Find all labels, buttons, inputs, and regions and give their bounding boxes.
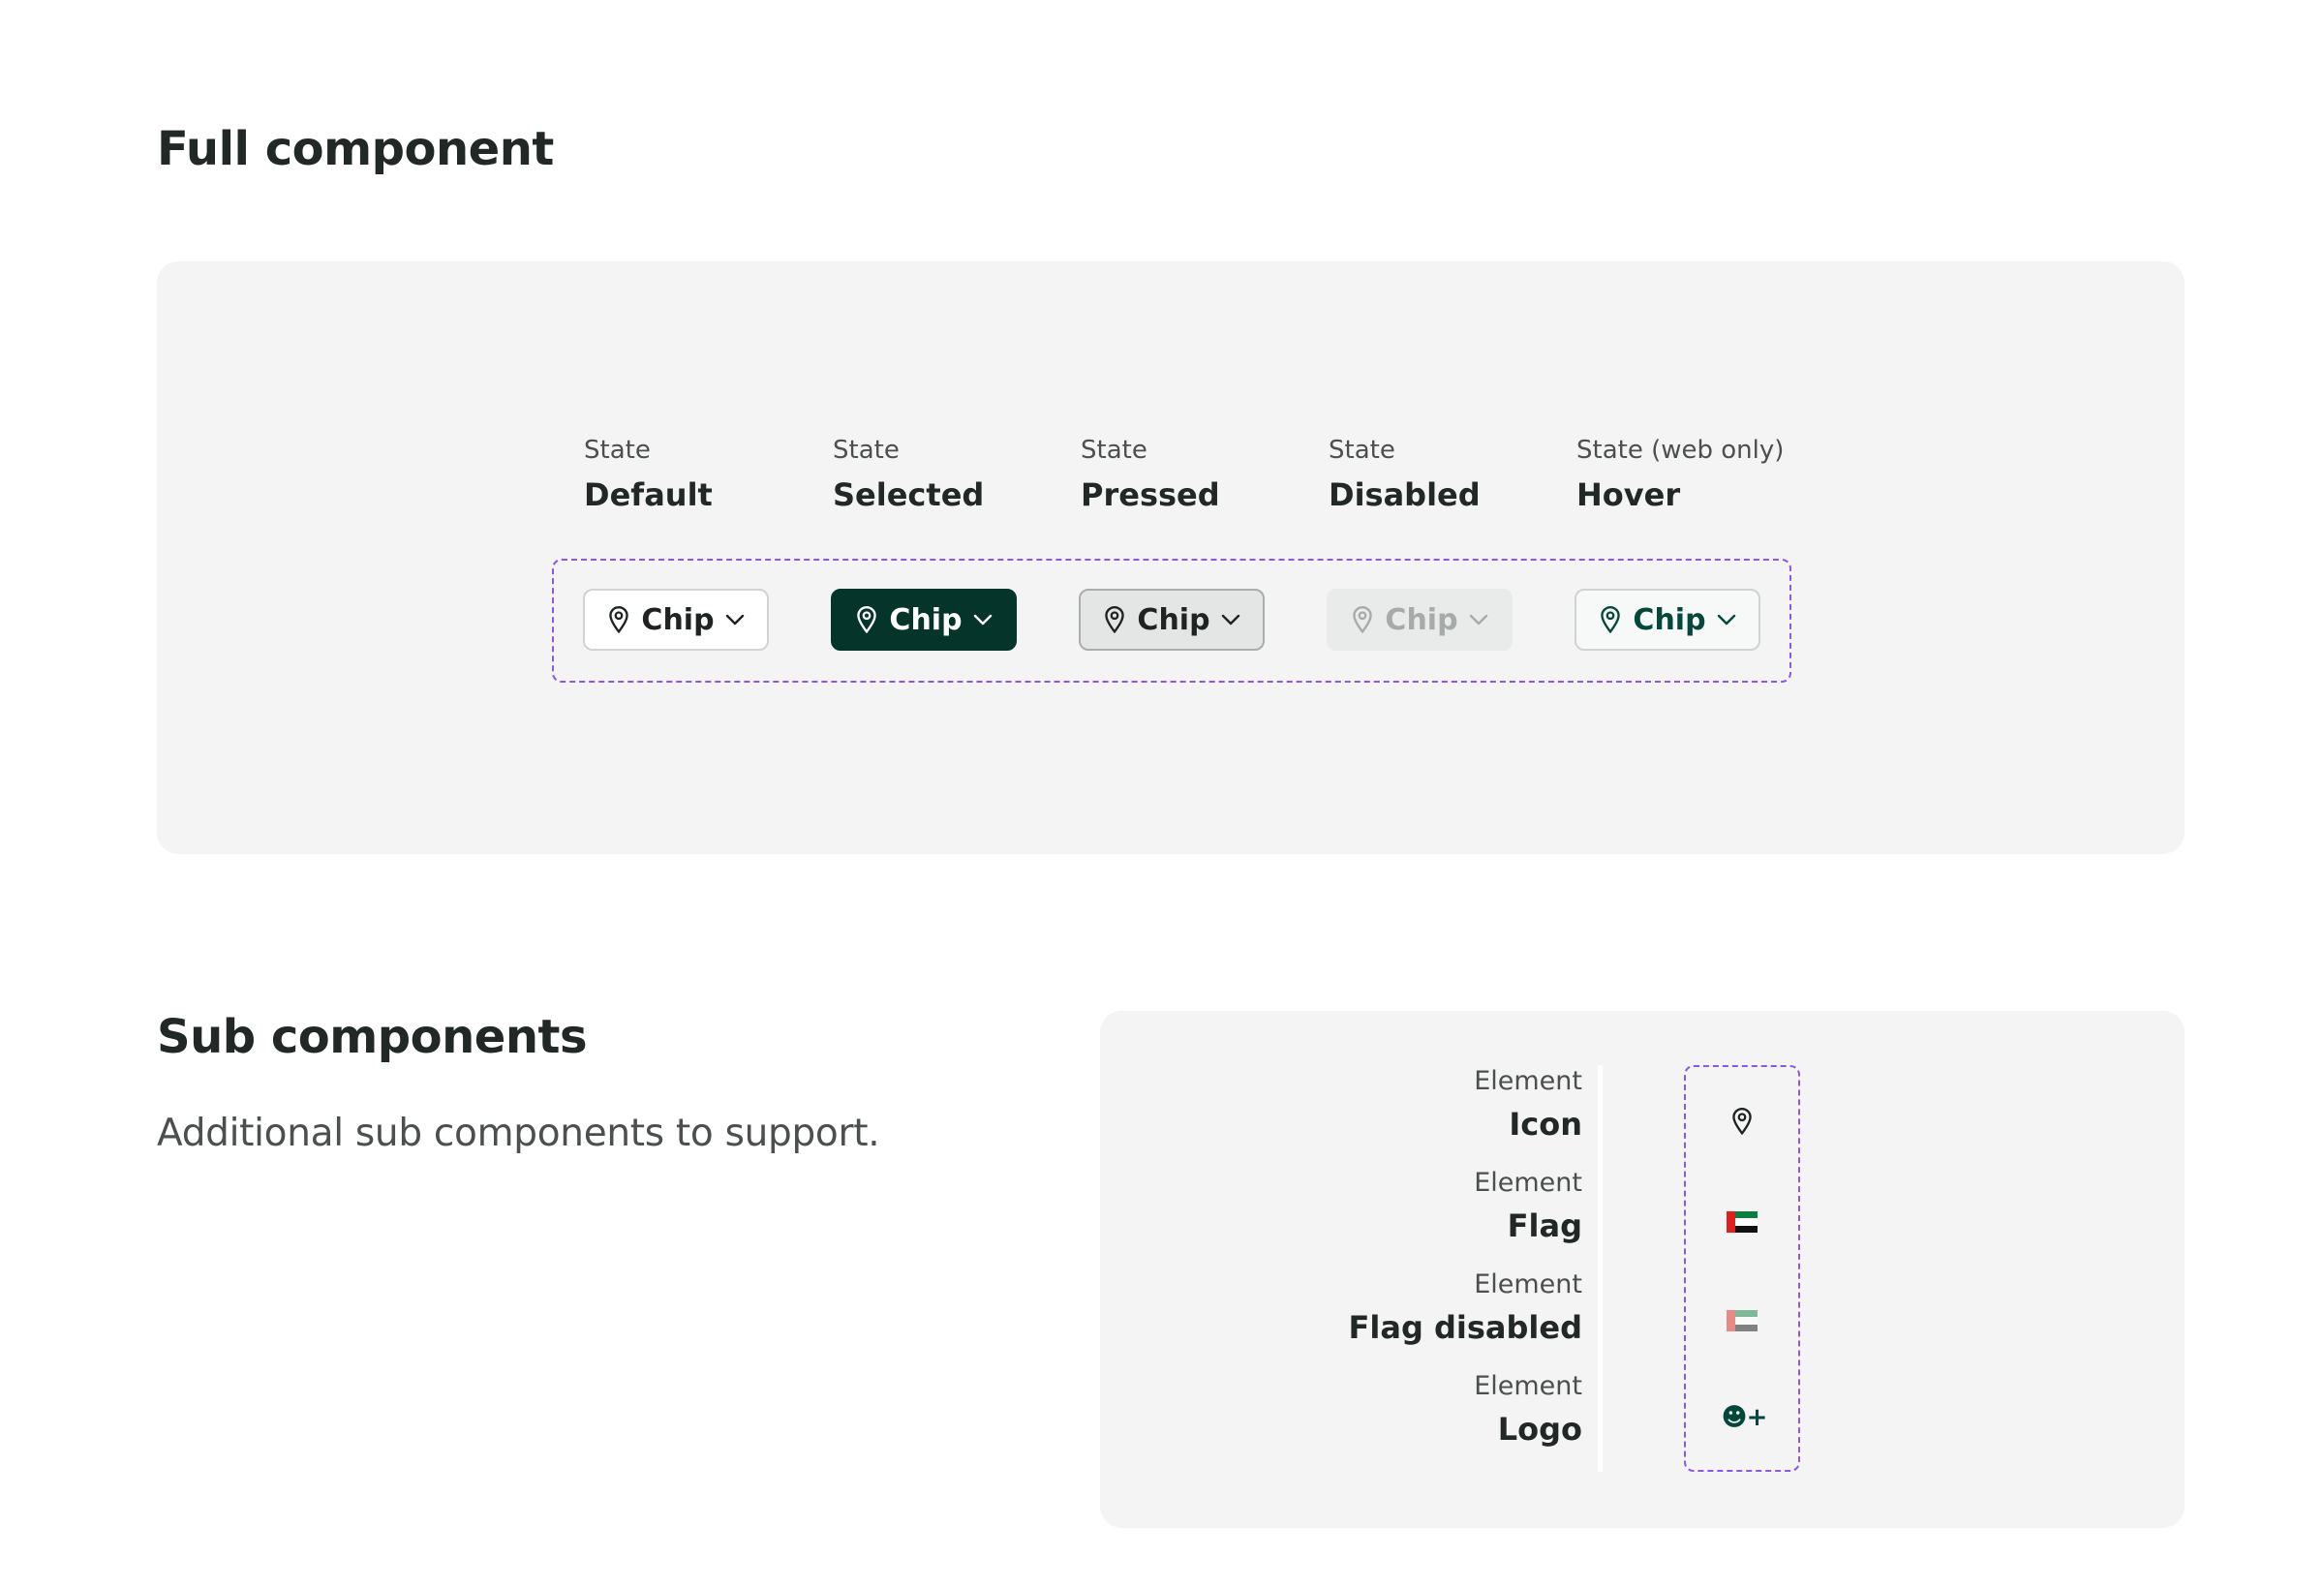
element-name: Flag [1507, 1207, 1582, 1244]
location-pin-icon [1350, 605, 1375, 634]
element-name: Flag disabled [1348, 1309, 1582, 1346]
chip-label: Chip [889, 602, 963, 637]
state-name: Disabled [1329, 476, 1481, 513]
state-name: Pressed [1081, 476, 1220, 513]
state-label-pressed: State Pressed [1081, 432, 1220, 521]
chevron-down-icon [1220, 613, 1241, 626]
uae-flag-icon [1723, 1203, 1761, 1241]
element-caption: Element [1474, 1168, 1582, 1198]
chip-label: Chip [641, 602, 715, 637]
element-name: Logo [1497, 1411, 1582, 1448]
chip-label: Chip [1633, 602, 1706, 637]
sub-components-panel [1100, 1011, 2185, 1528]
sub-components-description: Additional sub components to support. [157, 1112, 880, 1155]
chevron-down-icon [1468, 613, 1489, 626]
chip-label: Chip [1137, 602, 1210, 637]
location-pin-icon [1598, 605, 1623, 634]
chip-hover[interactable]: Chip [1575, 589, 1760, 651]
brand-logo-icon: ☻+ [1719, 1398, 1769, 1437]
chip-label: Chip [1385, 602, 1458, 637]
divider [1598, 1065, 1603, 1472]
state-caption: State [833, 436, 900, 465]
element-label-icon: Element Icon [1474, 1064, 1582, 1149]
section-title-full-component: Full component [157, 122, 554, 176]
chevron-down-icon [1716, 613, 1737, 626]
element-label-logo: Element Logo [1474, 1369, 1582, 1454]
element-caption: Element [1474, 1371, 1582, 1401]
chip-disabled: Chip [1327, 589, 1513, 651]
location-pin-icon [606, 605, 631, 634]
state-name: Hover [1576, 476, 1681, 513]
uae-flag-disabled-icon [1723, 1301, 1761, 1340]
element-label-flag: Element Flag [1474, 1166, 1582, 1251]
section-title-sub-components: Sub components [157, 1010, 588, 1064]
element-name: Icon [1509, 1106, 1582, 1143]
chip-selected[interactable]: Chip [831, 589, 1017, 651]
state-name: Default [584, 476, 713, 513]
chevron-down-icon [724, 613, 746, 626]
chip-pressed[interactable]: Chip [1079, 589, 1265, 651]
state-label-hover: State (web only) Hover [1576, 432, 1784, 521]
element-caption: Element [1474, 1066, 1582, 1096]
location-pin-icon [1102, 605, 1127, 634]
element-caption: Element [1474, 1269, 1582, 1299]
state-caption: State [1081, 436, 1147, 465]
state-label-disabled: State Disabled [1329, 432, 1481, 521]
page: Full component State Default State Selec… [0, 0, 2324, 1588]
chevron-down-icon [972, 613, 994, 626]
state-name: Selected [833, 476, 985, 513]
location-pin-icon [1723, 1102, 1761, 1141]
state-label-default: State Default [584, 432, 713, 521]
full-component-panel [157, 261, 2185, 854]
state-caption: State [1329, 436, 1395, 465]
state-caption: State (web only) [1576, 436, 1785, 465]
state-label-selected: State Selected [833, 432, 984, 521]
state-caption: State [584, 436, 651, 465]
location-pin-icon [854, 605, 879, 634]
logo-text: ☻+ [1721, 1403, 1768, 1432]
element-label-flag-disabled: Element Flag disabled [1349, 1267, 1582, 1353]
chip-default[interactable]: Chip [583, 589, 769, 651]
